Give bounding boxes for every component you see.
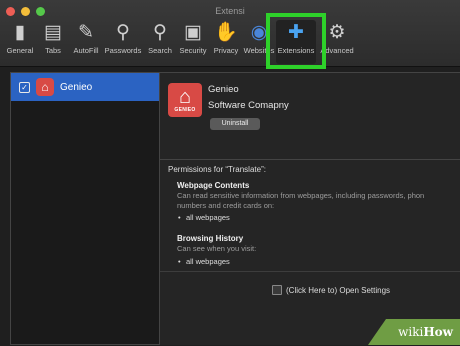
webpage-contents-description: Can read sensitive information from webp…: [177, 191, 425, 210]
browsing-history-heading: Browsing History: [177, 234, 244, 243]
open-settings-checkbox[interactable]: [272, 285, 282, 295]
toolbar-passwords[interactable]: ⚲ Passwords: [103, 20, 143, 64]
permissions-panel: Permissions for “Translate”: Webpage Con…: [160, 159, 460, 346]
pencil-icon: ✎: [78, 22, 94, 43]
logo-text: GENIEO: [174, 107, 196, 113]
divider: [160, 271, 460, 272]
tabs-icon: ▤: [44, 22, 62, 43]
search-icon: ⚲: [153, 22, 167, 43]
browsing-history-bullet: all webpages: [178, 257, 230, 266]
switch-icon: ▮: [14, 22, 26, 43]
extensions-sidebar: ✓ ⌂ Genieo: [10, 72, 160, 345]
genieo-logo-icon: ⌂ GENIEO: [168, 83, 202, 117]
webpage-contents-bullet: all webpages: [178, 213, 230, 222]
toolbar-general[interactable]: ▮ General: [4, 20, 36, 64]
permissions-title: Permissions for “Translate”:: [168, 165, 266, 174]
window-title: Extensi: [215, 6, 245, 16]
toolbar-search[interactable]: ⚲ Search: [144, 20, 176, 64]
window-titlebar: Extensi ▮ General ▤ Tabs ✎ AutoFill ⚲ Pa…: [0, 0, 460, 67]
toolbar-security[interactable]: ▣ Security: [177, 20, 209, 64]
uninstall-button[interactable]: Uninstall: [210, 118, 260, 130]
sidebar-item-genieo[interactable]: ✓ ⌂ Genieo: [11, 73, 159, 101]
toolbar-tabs[interactable]: ▤ Tabs: [37, 20, 69, 64]
extension-header: ⌂ GENIEO Genieo Software Comapny Uninsta…: [160, 73, 460, 160]
hand-icon: ✋: [214, 22, 238, 43]
toolbar-autofill[interactable]: ✎ AutoFill: [70, 20, 102, 64]
extension-detail-pane: ⌂ GENIEO Genieo Software Comapny Uninsta…: [160, 72, 460, 345]
extension-name: Genieo: [208, 84, 239, 95]
extensions-highlight-box: [266, 13, 326, 69]
key-icon: ⚲: [116, 22, 130, 43]
extension-company: Software Comapny: [208, 100, 289, 111]
lock-icon: ▣: [184, 22, 202, 43]
open-settings-row[interactable]: (Click Here to) Open Settings: [272, 285, 390, 295]
webpage-contents-heading: Webpage Contents: [177, 181, 250, 190]
genieo-logo-icon: ⌂: [36, 78, 54, 96]
toolbar-privacy[interactable]: ✋ Privacy: [210, 20, 242, 64]
enable-checkbox[interactable]: ✓: [19, 81, 30, 93]
open-settings-label: (Click Here to) Open Settings: [286, 285, 391, 295]
browsing-history-description: Can see when you visit:: [177, 244, 257, 253]
